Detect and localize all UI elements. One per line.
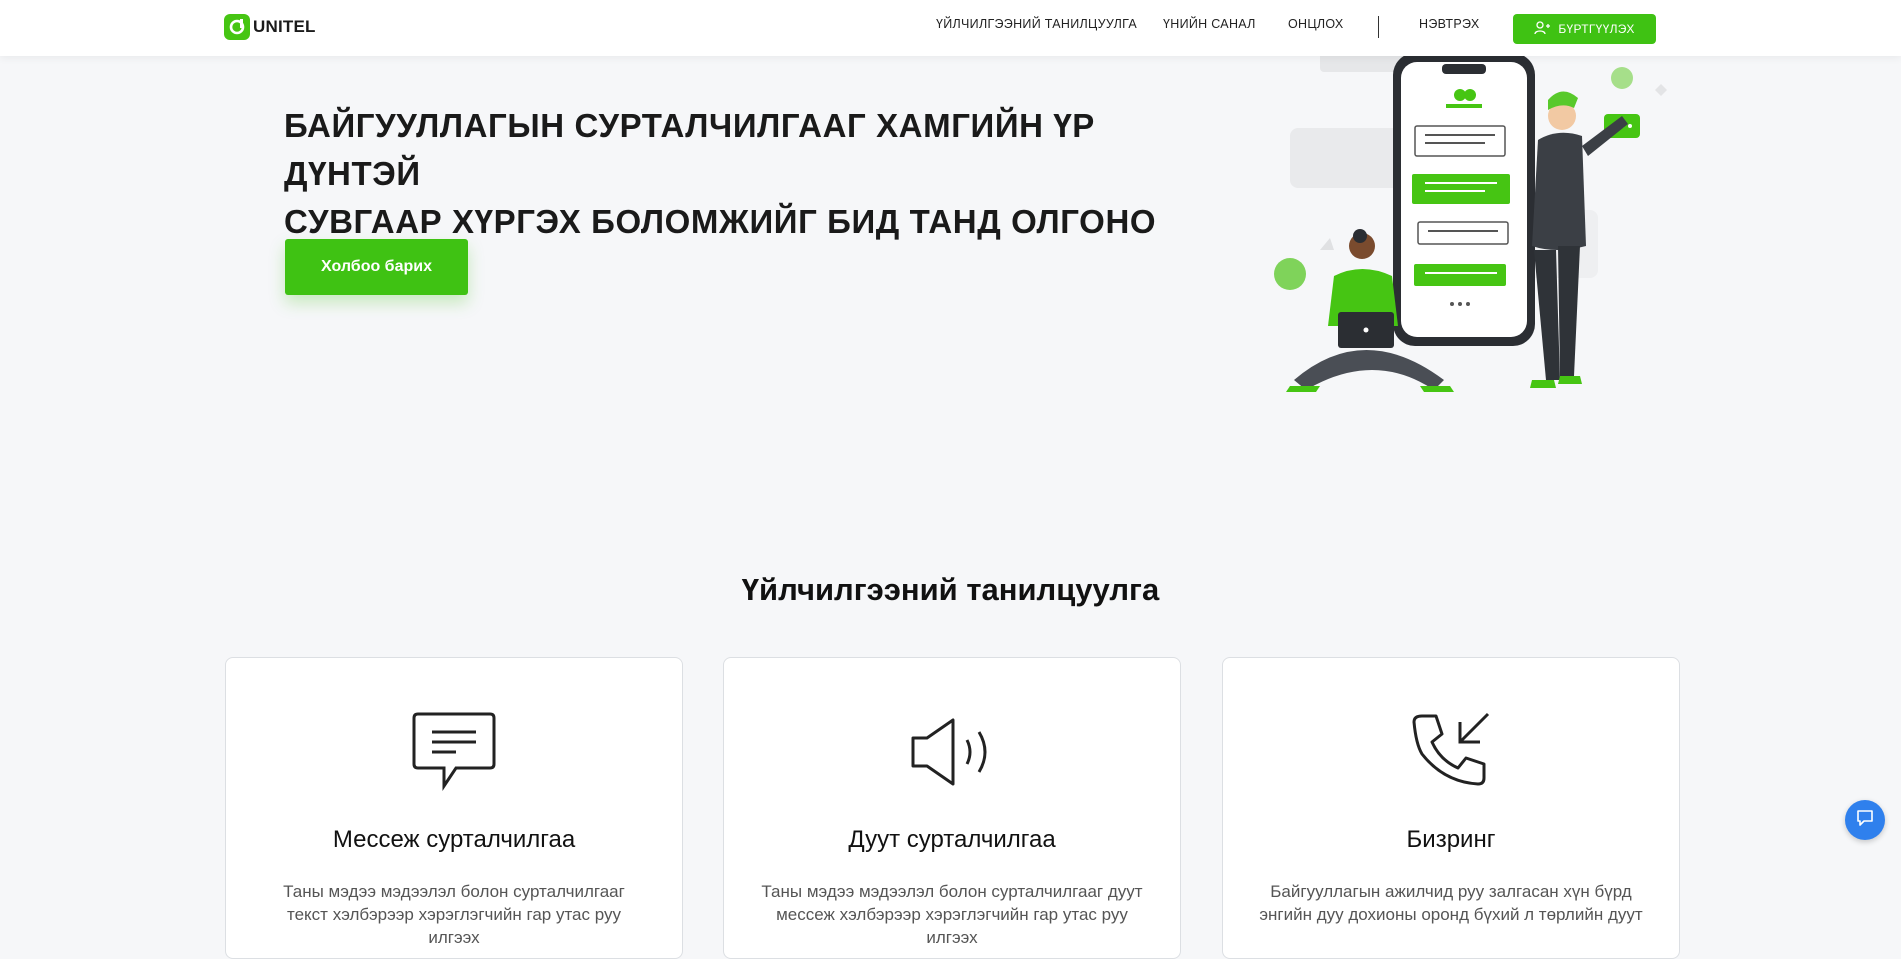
nav-login[interactable]: НЭВТРЭХ	[1419, 17, 1479, 31]
message-icon	[226, 710, 682, 794]
register-label: БҮРТГҮҮЛЭХ	[1558, 22, 1635, 36]
services-section-title: Үйлчилгээний танилцуулга	[741, 572, 1160, 607]
nav-service-intro[interactable]: ҮЙЛЧИЛГЭЭНИЙ ТАНИЛЦУУЛГА	[936, 17, 1137, 31]
unitel-logo[interactable]: UNITEL	[224, 14, 316, 40]
service-card-voice[interactable]: Дуут сурталчилгаа Таны мэдээ мэдээлэл бо…	[723, 657, 1181, 959]
nav-featured[interactable]: ОНЦЛОХ	[1288, 17, 1344, 31]
service-card-desc: Байгууллагын ажилчид руу залгасан хүн бү…	[1259, 882, 1643, 924]
incoming-call-icon	[1223, 710, 1679, 794]
contact-button[interactable]: Холбоо барих	[285, 239, 468, 295]
register-button[interactable]: БҮРТГҮҮЛЭХ	[1513, 14, 1656, 44]
user-add-icon	[1534, 20, 1551, 38]
hero-title-line-2: СУВГААР ХҮРГЭХ БОЛОМЖИЙГ БИД ТАНД ОЛГОНО	[284, 203, 1157, 240]
hero-title-line-1: БАЙГУУЛЛАГЫН СУРТАЛЧИЛГААГ ХАМГИЙН ҮР ДҮ…	[284, 107, 1095, 192]
service-card-message[interactable]: Мессеж сурталчилгаа Таны мэдээ мэдээлэл …	[225, 657, 683, 959]
service-card-title: Дуут сурталчилгаа	[848, 826, 1056, 853]
hero-title: БАЙГУУЛЛАГЫН СУРТАЛЧИЛГААГ ХАМГИЙН ҮР ДҮ…	[284, 102, 1224, 246]
service-card-title: Бизринг	[1406, 826, 1496, 853]
nav-divider	[1378, 16, 1379, 38]
chat-support-button[interactable]	[1845, 800, 1885, 840]
chat-bubble-icon	[1855, 808, 1875, 833]
speaker-icon	[724, 710, 1180, 794]
nav-price-offer[interactable]: ҮНИЙН САНАЛ	[1163, 17, 1256, 31]
unitel-logo-mark-icon	[224, 14, 250, 40]
logo-text: UNITEL	[253, 17, 316, 36]
service-card-desc: Таны мэдээ мэдээлэл болон сурталчилгааг …	[761, 882, 1143, 947]
top-navbar: UNITEL ҮЙЛЧИЛГЭЭНИЙ ТАНИЛЦУУЛГА ҮНИЙН СА…	[0, 0, 1901, 56]
service-card-bizring[interactable]: Бизринг Байгууллагын ажилчид руу залгаса…	[1222, 657, 1680, 959]
service-card-title: Мессеж сурталчилгаа	[332, 826, 576, 853]
service-card-desc: Таны мэдээ мэдээлэл болон сурталчилгааг …	[283, 882, 625, 947]
hero-phone-chat-illustration	[1274, 50, 1667, 392]
